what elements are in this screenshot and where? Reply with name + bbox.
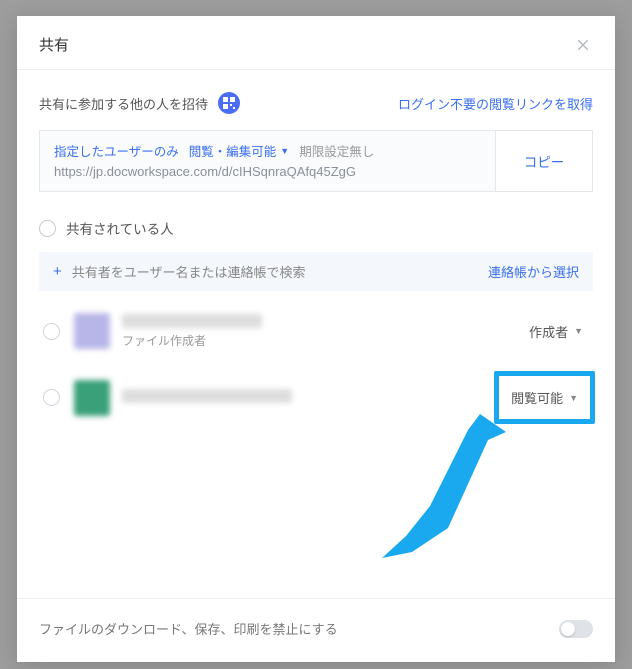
permission-mode-dropdown[interactable]: 閲覧・編集可能 ▼ — [189, 141, 289, 160]
invite-label: 共有に参加する他の人を招待 — [39, 94, 208, 113]
person-row: 閲覧可能 ▼ — [43, 365, 589, 440]
modal-title: 共有 — [39, 34, 69, 55]
invite-row: 共有に参加する他の人を招待 ログイン不要の閲覧リンクを取得 — [39, 92, 593, 114]
modal-header: 共有 — [17, 16, 615, 70]
toggle-knob — [561, 622, 575, 636]
close-button[interactable] — [573, 35, 593, 55]
avatar — [74, 313, 110, 349]
role-label: 作成者 — [529, 322, 568, 341]
role-dropdown-viewer[interactable]: 閲覧可能 ▼ — [494, 371, 595, 424]
role-dropdown-owner[interactable]: 作成者 ▼ — [523, 318, 589, 345]
share-link-left: 指定したユーザーのみ 閲覧・編集可能 ▼ 期限設定無し https://jp.d… — [40, 131, 495, 191]
radio-icon[interactable] — [39, 220, 56, 237]
person-info: ファイル作成者 — [122, 314, 523, 349]
people-list: ファイル作成者 作成者 ▼ 閲覧可能 ▼ — [39, 307, 593, 440]
footer-label: ファイルのダウンロード、保存、印刷を禁止にする — [39, 619, 338, 638]
public-link-button[interactable]: ログイン不要の閲覧リンクを取得 — [398, 94, 593, 113]
caret-down-icon: ▼ — [574, 326, 583, 336]
close-icon — [576, 38, 590, 52]
permission-line: 指定したユーザーのみ 閲覧・編集可能 ▼ 期限設定無し — [54, 141, 481, 160]
person-info — [122, 389, 494, 407]
person-subtitle: ファイル作成者 — [122, 332, 523, 349]
qr-button[interactable] — [218, 92, 240, 114]
modal-body: 共有に参加する他の人を招待 ログイン不要の閲覧リンクを取得 指定したユーザーのみ — [17, 70, 615, 598]
share-modal: 共有 共有に参加する他の人を招待 ログイン — [17, 16, 615, 662]
select-from-contacts[interactable]: 連絡帳から選択 — [488, 262, 579, 281]
add-people-bar: + 共有者をユーザー名または連絡帳で検索 連絡帳から選択 — [39, 252, 593, 291]
avatar — [74, 380, 110, 416]
person-name — [122, 389, 292, 403]
plus-icon: + — [53, 263, 62, 280]
restrict-download-toggle[interactable] — [559, 620, 593, 638]
caret-down-icon: ▼ — [569, 393, 578, 403]
share-link-box: 指定したユーザーのみ 閲覧・編集可能 ▼ 期限設定無し https://jp.d… — [39, 130, 593, 192]
copy-button[interactable]: コピー — [495, 131, 592, 191]
permission-expiry: 期限設定無し — [299, 141, 374, 160]
radio-icon[interactable] — [43, 389, 60, 406]
invite-left: 共有に参加する他の人を招待 — [39, 92, 240, 114]
shared-people-label: 共有されている人 — [66, 218, 174, 238]
add-people-input[interactable]: + 共有者をユーザー名または連絡帳で検索 — [53, 262, 306, 281]
person-row: ファイル作成者 作成者 ▼ — [43, 307, 589, 365]
share-url[interactable]: https://jp.docworkspace.com/d/cIHSqnraQA… — [54, 164, 481, 179]
modal-footer: ファイルのダウンロード、保存、印刷を禁止にする — [17, 598, 615, 662]
shared-people-header: 共有されている人 — [39, 218, 593, 238]
permission-scope[interactable]: 指定したユーザーのみ — [54, 141, 179, 160]
qr-icon — [223, 97, 235, 109]
radio-icon[interactable] — [43, 323, 60, 340]
caret-down-icon: ▼ — [280, 146, 289, 156]
role-label: 閲覧可能 — [511, 388, 563, 407]
permission-mode-label: 閲覧・編集可能 — [189, 141, 277, 160]
add-people-placeholder: 共有者をユーザー名または連絡帳で検索 — [72, 262, 306, 281]
person-name — [122, 314, 262, 328]
